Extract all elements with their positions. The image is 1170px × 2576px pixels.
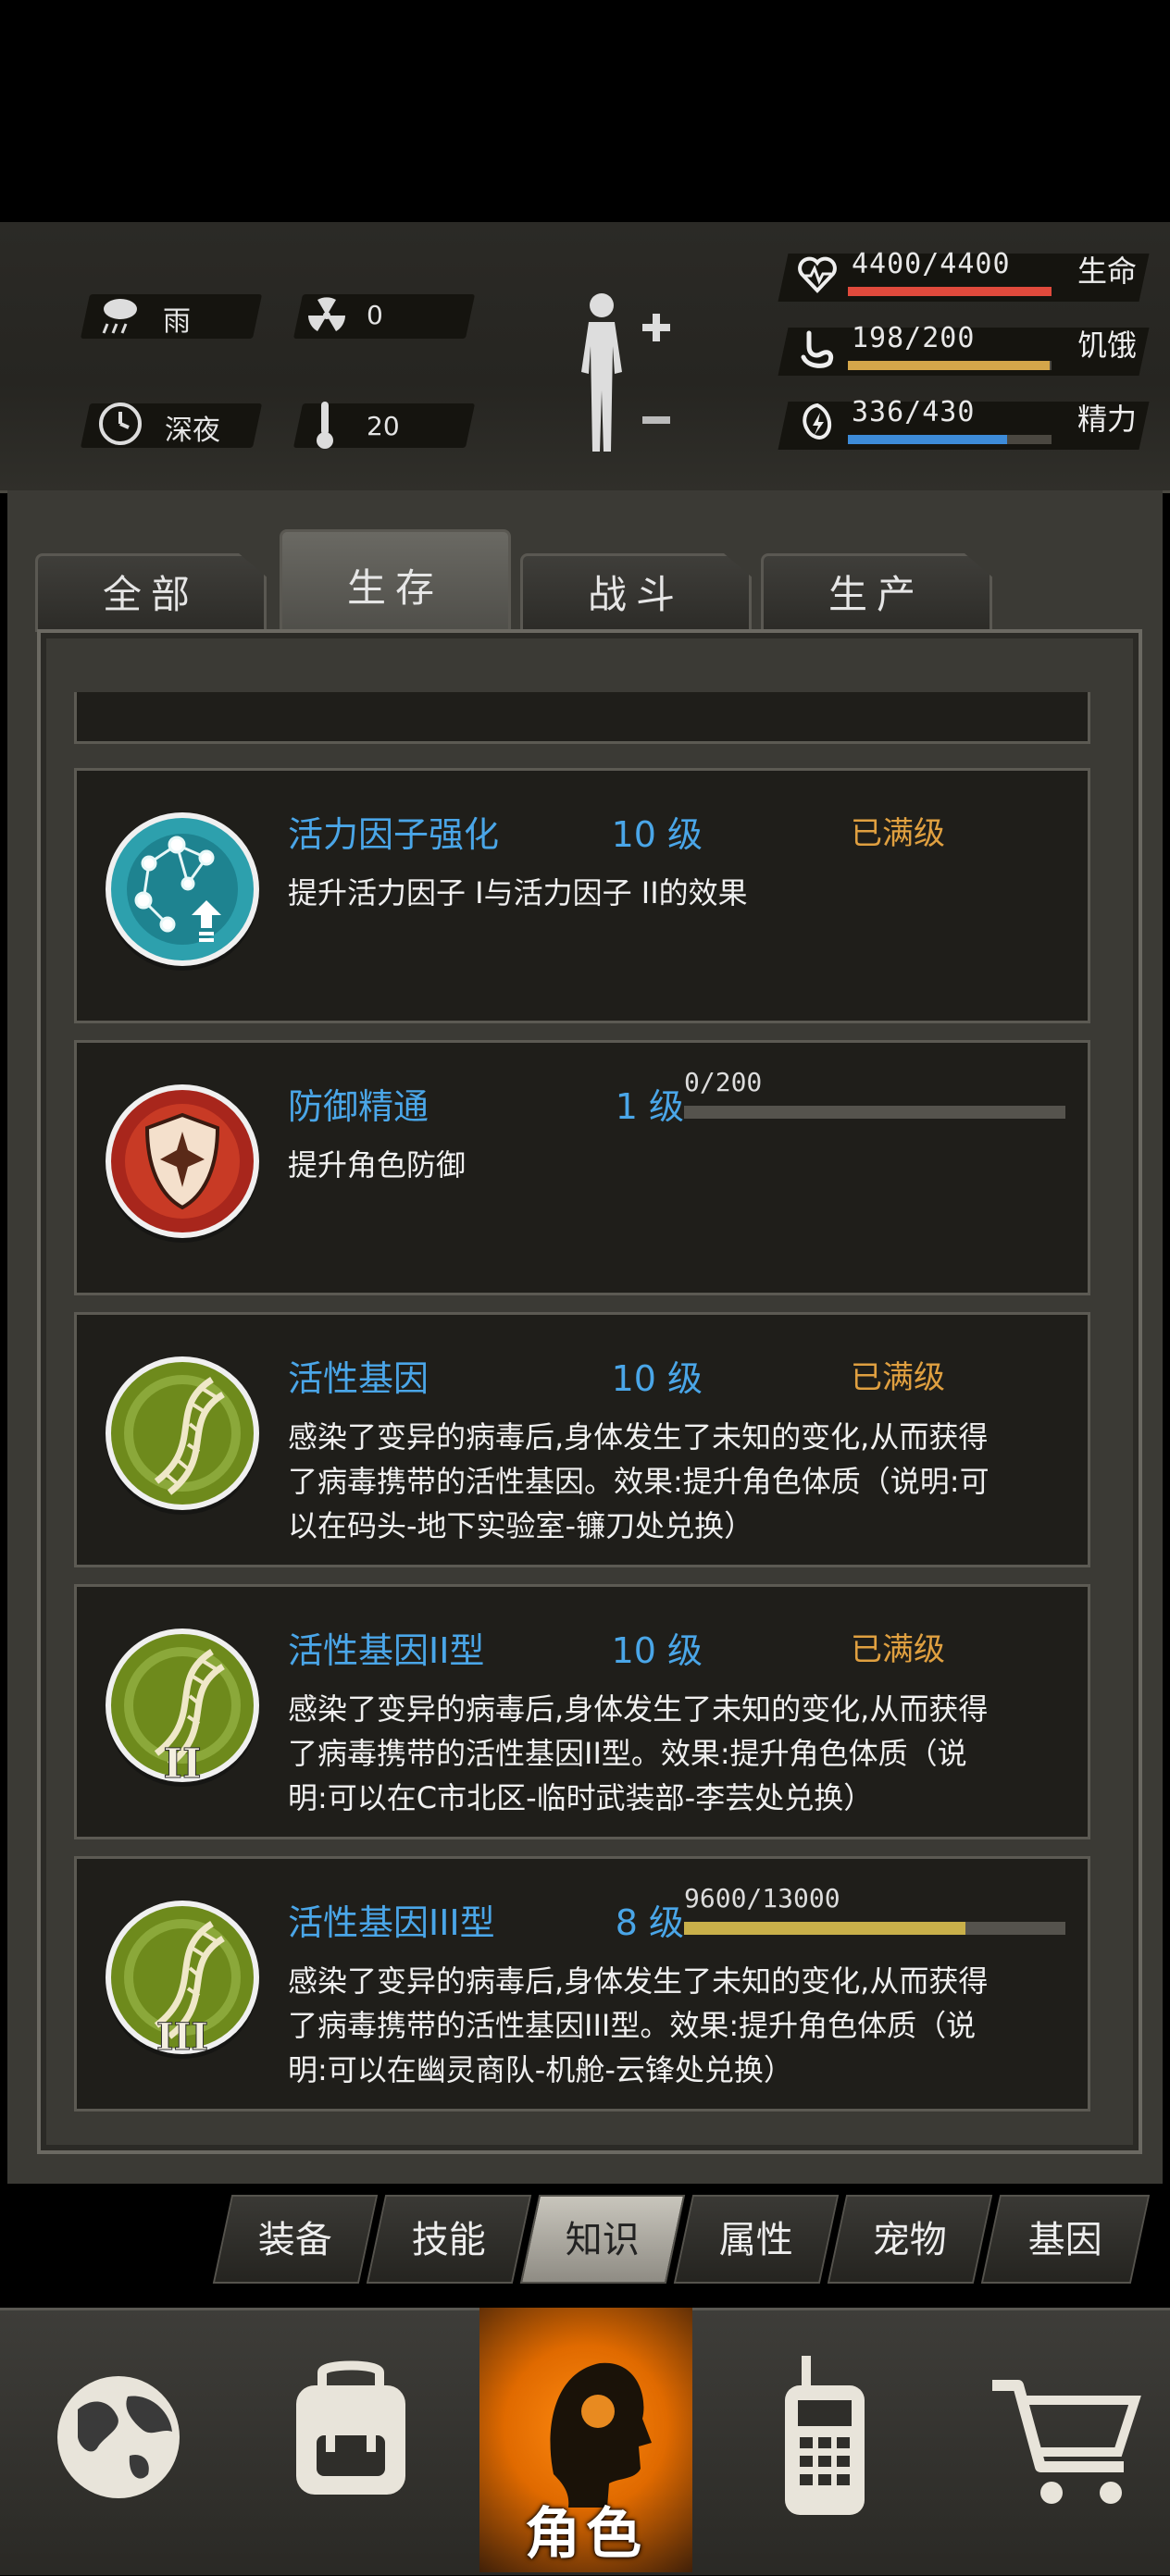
weather-label: 雨 bbox=[163, 305, 191, 338]
tab-combat[interactable]: 战斗 bbox=[520, 553, 752, 632]
shopping-cart-icon bbox=[992, 2380, 1141, 2504]
stomach-icon bbox=[801, 330, 834, 368]
skill-progress-text: 9600/13000 bbox=[684, 1883, 840, 1913]
skill-description: 感染了变异的病毒后,身体发生了未知的变化,从而获得了病毒携带的活性基因。效果:提… bbox=[288, 1419, 990, 1543]
skill-progress-text: 0/200 bbox=[684, 1067, 763, 1097]
svg-text:III: III bbox=[156, 2015, 208, 2059]
skill-description: 感染了变异的病毒后,身体发生了未知的变化,从而获得了病毒携带的活性基因III型。… bbox=[288, 1963, 989, 2087]
skill-list[interactable]: 活力因子强化 10 级 已满级 提升活力因子 I与活力因子 II的效果 防御精通… bbox=[74, 692, 1090, 2136]
hunger-value: 198/200 bbox=[852, 322, 976, 354]
subtab-equipment[interactable]: 装备 bbox=[212, 2195, 379, 2284]
skill-title: 活性基因 bbox=[288, 1358, 429, 1399]
body-status-figure[interactable] bbox=[565, 289, 676, 455]
skill-card-active-gene[interactable]: 活性基因 10 级 已满级 感染了变异的病毒后,身体发生了未知的变化,从而获得了… bbox=[74, 1312, 1090, 1567]
defense-shield-icon bbox=[106, 1084, 259, 1243]
skill-title: 活性基因II型 bbox=[288, 1630, 485, 1671]
thermometer-icon bbox=[317, 402, 333, 449]
list-item-partial bbox=[74, 692, 1090, 744]
nav-character-label: 角色 bbox=[525, 2502, 647, 2567]
skill-progress-bar bbox=[684, 1106, 1065, 1119]
dna-ii-icon: II bbox=[106, 1629, 259, 1789]
energy-label: 精力 bbox=[1077, 402, 1138, 437]
globe-icon bbox=[57, 2376, 180, 2498]
skill-title: 活力因子强化 bbox=[288, 814, 500, 855]
health-value: 4400/4400 bbox=[852, 248, 1011, 280]
svg-text:II: II bbox=[163, 1740, 201, 1788]
skill-title: 防御精通 bbox=[288, 1086, 429, 1127]
skill-card-vitality-factor[interactable]: 活力因子强化 10 级 已满级 提升活力因子 I与活力因子 II的效果 bbox=[74, 768, 1090, 1023]
subtab-knowledge[interactable]: 知识 bbox=[519, 2195, 686, 2284]
backpack-icon bbox=[296, 2360, 405, 2495]
energy-bar bbox=[848, 435, 1007, 444]
health-bar bbox=[848, 287, 1052, 296]
status-panel: 雨 0 深夜 20 4400/4400 生命 198/200 饥饿 336/43… bbox=[0, 222, 1170, 493]
tab-all[interactable]: 全部 bbox=[35, 553, 267, 632]
vitality-factor-icon bbox=[106, 812, 259, 971]
energy-value: 336/430 bbox=[852, 396, 976, 428]
tab-survival[interactable]: 生存 bbox=[280, 529, 511, 636]
skill-description: 提升角色防御 bbox=[288, 1147, 467, 1183]
skill-card-defense-mastery[interactable]: 防御精通 1 级 0/200 提升角色防御 bbox=[74, 1040, 1090, 1295]
energy-icon bbox=[803, 402, 832, 440]
heart-icon bbox=[798, 256, 837, 293]
tab-production[interactable]: 生产 bbox=[761, 553, 992, 632]
skill-level: 10 级 bbox=[611, 1358, 703, 1399]
subtab-skills[interactable]: 技能 bbox=[366, 2195, 532, 2284]
energy-stat: 336/430 精力 bbox=[778, 396, 1150, 452]
subtab-genes[interactable]: 基因 bbox=[980, 2195, 1151, 2284]
skill-description: 感染了变异的病毒后,身体发生了未知的变化,从而获得了病毒携带的活性基因II型。效… bbox=[288, 1691, 989, 1815]
clock-icon bbox=[99, 402, 142, 445]
nav-inventory[interactable] bbox=[244, 2308, 457, 2572]
hunger-stat: 198/200 饥饿 bbox=[778, 322, 1150, 378]
skill-title: 活性基因III型 bbox=[288, 1902, 495, 1943]
hunger-label: 饥饿 bbox=[1077, 328, 1138, 363]
skill-progress-bar bbox=[684, 1922, 1065, 1935]
skill-maxed-badge: 已满级 bbox=[851, 815, 945, 852]
hunger-bar bbox=[848, 361, 1050, 370]
skill-level: 1 级 bbox=[615, 1086, 684, 1127]
rain-cloud-icon bbox=[102, 299, 137, 334]
nav-radio[interactable] bbox=[718, 2308, 931, 2572]
radio-phone-icon bbox=[785, 2356, 865, 2515]
temperature-value: 20 bbox=[367, 411, 400, 441]
radiation-icon bbox=[308, 297, 345, 331]
dna-iii-icon: III bbox=[106, 1901, 259, 2060]
skill-maxed-badge: 已满级 bbox=[851, 1359, 945, 1396]
skill-level: 8 级 bbox=[615, 1902, 684, 1943]
time-label: 深夜 bbox=[165, 415, 220, 447]
skill-card-active-gene-iii[interactable]: III 活性基因III型 8 级 9600/13000 感染了变异的病毒后,身体… bbox=[74, 1856, 1090, 2112]
nav-shop[interactable] bbox=[953, 2308, 1166, 2572]
skill-maxed-badge: 已满级 bbox=[851, 1631, 945, 1668]
health-stat: 4400/4400 生命 bbox=[778, 248, 1150, 303]
health-label: 生命 bbox=[1077, 254, 1138, 289]
skill-card-active-gene-ii[interactable]: II 活性基因II型 10 级 已满级 感染了变异的病毒后,身体发生了未知的变化… bbox=[74, 1584, 1090, 1839]
subtab-pets[interactable]: 宠物 bbox=[827, 2195, 993, 2284]
top-blank-area bbox=[0, 0, 1170, 222]
nav-map[interactable] bbox=[13, 2308, 226, 2572]
dna-icon bbox=[106, 1356, 259, 1515]
skill-level: 10 级 bbox=[611, 1630, 703, 1671]
skill-level: 10 级 bbox=[611, 814, 703, 855]
radiation-value: 0 bbox=[367, 300, 383, 330]
subtab-attributes[interactable]: 属性 bbox=[673, 2195, 840, 2284]
skill-emblem-icon bbox=[103, 692, 262, 704]
skill-description: 提升活力因子 I与活力因子 II的效果 bbox=[288, 875, 748, 910]
